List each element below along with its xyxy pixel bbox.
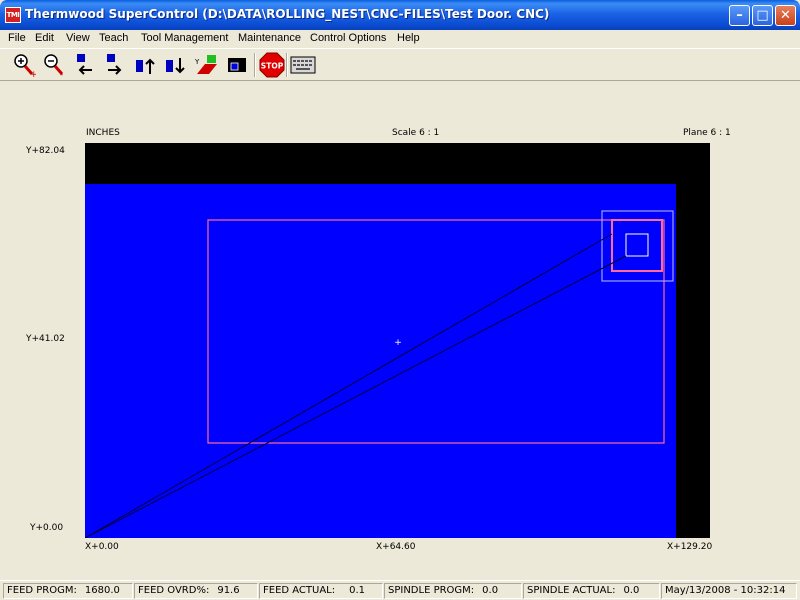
status-datetime: May/13/2008 - 10:32:14 [661, 583, 797, 599]
menu-tool-management[interactable]: Tool Management [141, 32, 228, 44]
svg-text:-: - [60, 70, 63, 78]
svg-text:+: + [30, 70, 36, 78]
status-feed-progm: FEED PROGM: 1680.0 [3, 583, 133, 599]
stop-icon[interactable]: STOP [259, 52, 285, 78]
status-feed-actual: FEED ACTUAL: 0.1 [259, 583, 383, 599]
y-mid-label: Y+41.02 [26, 334, 65, 344]
maximize-button[interactable]: □ [752, 5, 773, 26]
menu-file[interactable]: File [8, 32, 26, 44]
plane-icon[interactable]: Y [194, 52, 219, 78]
move-up-icon[interactable] [134, 52, 158, 78]
move-down-icon[interactable] [164, 52, 188, 78]
status-spindle-actual: SPINDLE ACTUAL: 0.0 [523, 583, 660, 599]
zoom-out-icon[interactable]: - [42, 52, 66, 80]
menu-bar: File Edit View Teach Tool Management Mai… [0, 30, 800, 48]
plane-label: Plane 6 : 1 [683, 128, 731, 138]
window-title: Thermwood SuperControl (D:\DATA\ROLLING_… [25, 7, 550, 21]
machine-table-canvas[interactable]: + [85, 143, 710, 538]
menu-edit[interactable]: Edit [35, 32, 54, 44]
menu-maintenance[interactable]: Maintenance [238, 32, 301, 44]
menu-teach[interactable]: Teach [99, 32, 128, 44]
toolbar-separator [286, 53, 288, 77]
keyboard-icon[interactable] [290, 52, 316, 78]
machine-table [85, 184, 676, 538]
zoom-in-icon[interactable]: + [12, 52, 38, 80]
x-mid-label: X+64.60 [376, 542, 416, 552]
menu-view[interactable]: View [66, 32, 90, 44]
app-icon[interactable]: TMI [5, 7, 21, 23]
title-bar[interactable]: TMI Thermwood SuperControl (D:\DATA\ROLL… [0, 0, 800, 30]
y-max-label: Y+82.04 [26, 146, 65, 156]
toolbar-separator [254, 53, 256, 77]
x-max-label: X+129.20 [667, 542, 713, 552]
menu-control-options[interactable]: Control Options [310, 32, 386, 44]
scale-label: Scale 6 : 1 [392, 128, 440, 138]
center-marker: + [394, 338, 402, 348]
move-left-icon[interactable] [74, 52, 98, 78]
minimize-button[interactable]: – [729, 5, 750, 26]
close-button[interactable]: ✕ [775, 5, 796, 26]
stop-label: STOP [261, 62, 284, 71]
svg-text:Y: Y [195, 58, 200, 66]
status-feed-ovrd: FEED OVRD%: 91.6 [134, 583, 258, 599]
x-min-label: X+0.00 [85, 542, 119, 552]
units-label: INCHES [86, 128, 120, 138]
status-bar: FEED PROGM: 1680.0 FEED OVRD%: 91.6 FEED A… [0, 580, 800, 600]
menu-help[interactable]: Help [397, 32, 420, 44]
y-min-label: Y+0.00 [30, 523, 64, 533]
move-right-icon[interactable] [104, 52, 128, 78]
toolbar: + - Y STOP [0, 48, 800, 81]
status-spindle-progm: SPINDLE PROGM: 0.0 [384, 583, 522, 599]
window-view-icon[interactable] [226, 52, 250, 78]
